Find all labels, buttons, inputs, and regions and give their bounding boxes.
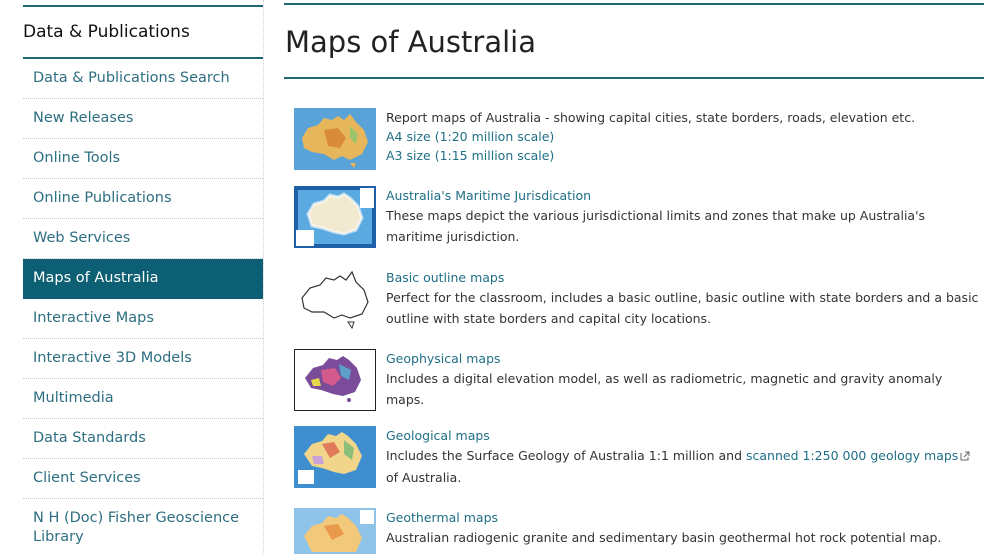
- basic-outline-maps-link[interactable]: Basic outline maps: [386, 270, 504, 285]
- geological-description: Includes the Surface Geology of Australi…: [386, 445, 982, 488]
- sidebar-item-interactive-maps[interactable]: Interactive Maps: [23, 299, 263, 339]
- geological-map-thumbnail[interactable]: [294, 426, 376, 488]
- sidebar-item-interactive-3d-models[interactable]: Interactive 3D Models: [23, 339, 263, 379]
- maritime-description: These maps depict the various jurisdicti…: [386, 208, 926, 244]
- sidebar-item-online-publications[interactable]: Online Publications: [23, 179, 263, 219]
- sidebar-item-maps-of-australia[interactable]: Maps of Australia: [23, 259, 263, 299]
- maritime-map-thumbnail[interactable]: [294, 186, 376, 248]
- page-title: Maps of Australia: [285, 25, 536, 59]
- sidebar-heading: Data & Publications: [23, 7, 263, 59]
- outline-map-thumbnail[interactable]: [294, 268, 376, 330]
- geophysical-maps-link[interactable]: Geophysical maps: [386, 351, 501, 366]
- a3-size-link[interactable]: A3 size (1:15 million scale): [386, 148, 554, 163]
- scanned-geology-maps-link[interactable]: scanned 1:250 000 geology maps: [746, 448, 958, 463]
- main-content: Maps of Australia Report maps of Austral…: [284, 3, 984, 554]
- geophysical-description: Includes a digital elevation model, as w…: [386, 371, 943, 407]
- sidebar-item-web-services[interactable]: Web Services: [23, 219, 263, 259]
- geothermal-map-thumbnail[interactable]: [294, 508, 376, 554]
- sidebar-item-geoscience-library[interactable]: N H (Doc) Fisher Geoscience Library: [23, 499, 263, 555]
- geophysical-text: Geophysical maps Includes a digital elev…: [386, 349, 982, 410]
- sidebar-item-multimedia[interactable]: Multimedia: [23, 379, 263, 419]
- report-map-description: Report maps of Australia - showing capit…: [386, 110, 916, 125]
- column-divider: [263, 0, 264, 554]
- a4-size-link[interactable]: A4 size (1:20 million scale): [386, 129, 554, 144]
- title-band: Maps of Australia: [284, 3, 984, 79]
- sidebar-nav: Data & Publications Data & Publications …: [23, 5, 263, 555]
- geological-text: Geological maps Includes the Surface Geo…: [386, 426, 982, 488]
- sidebar-item-data-standards[interactable]: Data Standards: [23, 419, 263, 459]
- geophysical-map-thumbnail[interactable]: [294, 349, 376, 411]
- geothermal-maps-link[interactable]: Geothermal maps: [386, 510, 498, 525]
- geothermal-text: Geothermal maps Australian radiogenic gr…: [386, 508, 982, 548]
- maritime-jurisdiction-link[interactable]: Australia's Maritime Jurisdication: [386, 188, 591, 203]
- sidebar-item-new-releases[interactable]: New Releases: [23, 99, 263, 139]
- geothermal-description: Australian radiogenic granite and sedime…: [386, 530, 942, 545]
- sidebar-item-data-publications-search[interactable]: Data & Publications Search: [23, 59, 263, 99]
- geological-maps-link[interactable]: Geological maps: [386, 428, 490, 443]
- report-map-thumbnail[interactable]: [294, 108, 376, 170]
- external-link-icon: [960, 446, 970, 467]
- report-map-text: Report maps of Australia - showing capit…: [386, 108, 982, 165]
- maritime-text: Australia's Maritime Jurisdication These…: [386, 186, 982, 247]
- sidebar-item-online-tools[interactable]: Online Tools: [23, 139, 263, 179]
- sidebar-item-client-services[interactable]: Client Services: [23, 459, 263, 499]
- outline-text: Basic outline maps Perfect for the class…: [386, 268, 982, 329]
- outline-description: Perfect for the classroom, includes a ba…: [386, 290, 979, 326]
